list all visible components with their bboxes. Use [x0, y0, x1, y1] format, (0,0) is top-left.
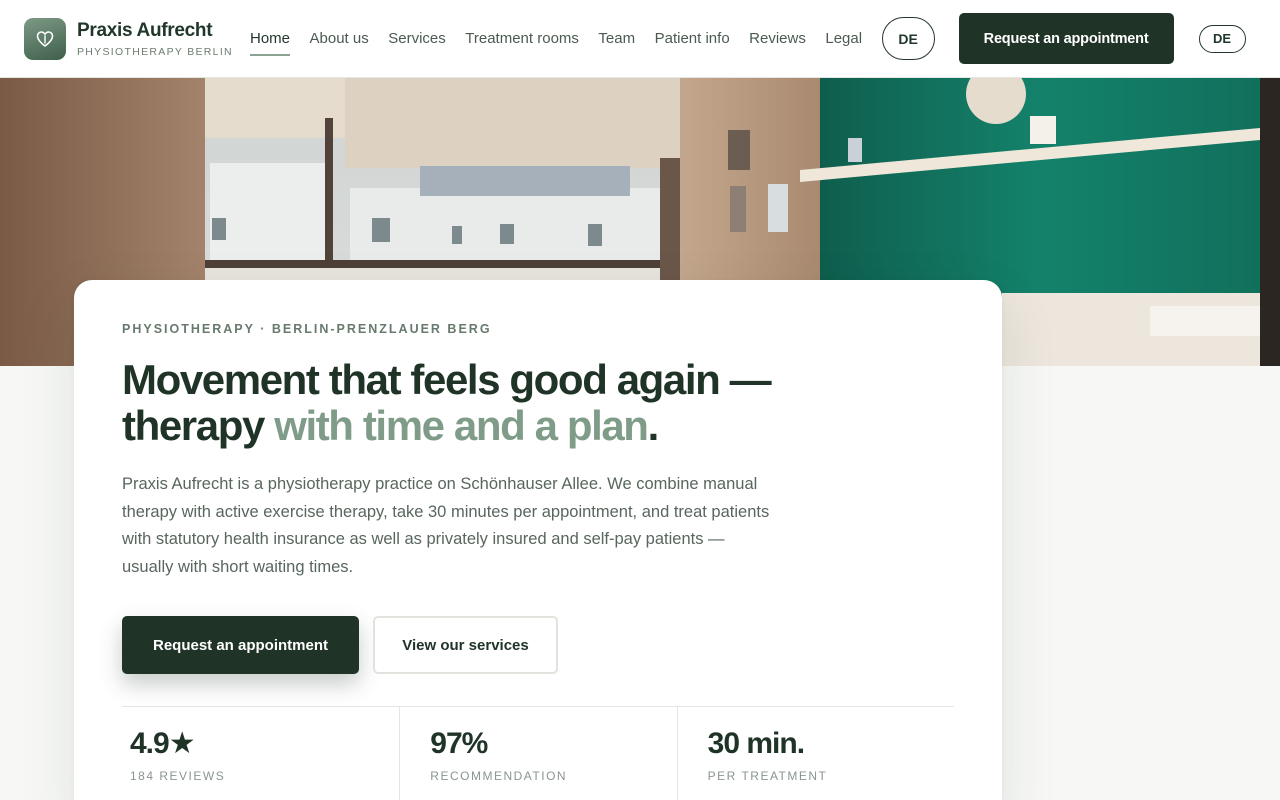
stat-value: 4.9★: [130, 727, 196, 760]
nav-item-patient-info[interactable]: Patient info: [655, 29, 730, 49]
stat-rating: 4.9★ 184 REVIEWS: [122, 707, 399, 800]
language-switch-button[interactable]: DE: [881, 17, 935, 60]
hero-headline: Movement that feels good again — therapy…: [122, 357, 922, 449]
stat-value: 97%: [430, 727, 488, 760]
brand-subtitle: PHYSIOTHERAPY BERLIN: [77, 45, 233, 58]
stat-recommendation: 97% RECOMMENDATION: [399, 707, 676, 800]
brand[interactable]: Praxis Aufrecht PHYSIOTHERAPY BERLIN: [24, 17, 250, 60]
nav-item-services[interactable]: Services: [388, 29, 446, 49]
hero-lead: Praxis Aufrecht is a physiotherapy pract…: [122, 475, 770, 576]
stat-label: RECOMMENDATION: [430, 769, 568, 783]
stat-duration: 30 min. PER TREATMENT: [676, 707, 954, 800]
request-appointment-header-button[interactable]: Request an appointment: [958, 13, 1174, 64]
hero-eyebrow: PHYSIOTHERAPY · BERLIN-PRENZLAUER BERG: [122, 322, 492, 336]
request-appointment-button[interactable]: Request an appointment: [122, 616, 359, 674]
stats-row: 4.9★ 184 REVIEWS 97% RECOMMENDATION 30 m…: [122, 706, 954, 800]
stat-label: 184 REVIEWS: [130, 769, 226, 783]
brand-name: Praxis Aufrecht: [77, 19, 213, 41]
nav-item-home[interactable]: Home: [250, 29, 291, 56]
headline-end: .: [647, 402, 660, 449]
hero-buttons: Request an appointment View our services: [122, 616, 954, 674]
hero-card: PHYSIOTHERAPY · BERLIN-PRENZLAUER BERG M…: [74, 280, 1002, 800]
nav-item-about[interactable]: About us: [310, 29, 369, 49]
site-header: Praxis Aufrecht PHYSIOTHERAPY BERLIN Hom…: [0, 0, 1280, 78]
language-pill-button[interactable]: DE: [1198, 24, 1246, 53]
nav-item-reviews[interactable]: Reviews: [749, 29, 806, 49]
nav-item-legal[interactable]: Legal: [825, 29, 862, 49]
headline-accent: with time and a plan: [274, 402, 649, 449]
nav-item-team[interactable]: Team: [598, 29, 635, 49]
view-services-button[interactable]: View our services: [373, 616, 558, 674]
nav-item-treatment-rooms[interactable]: Treatment rooms: [465, 29, 579, 49]
stat-value: 30 min.: [707, 727, 805, 760]
main-nav: Home About us Services Treatment rooms T…: [250, 29, 882, 56]
heart-leaf-icon: [24, 17, 66, 60]
stat-label: PER TREATMENT: [707, 769, 828, 783]
